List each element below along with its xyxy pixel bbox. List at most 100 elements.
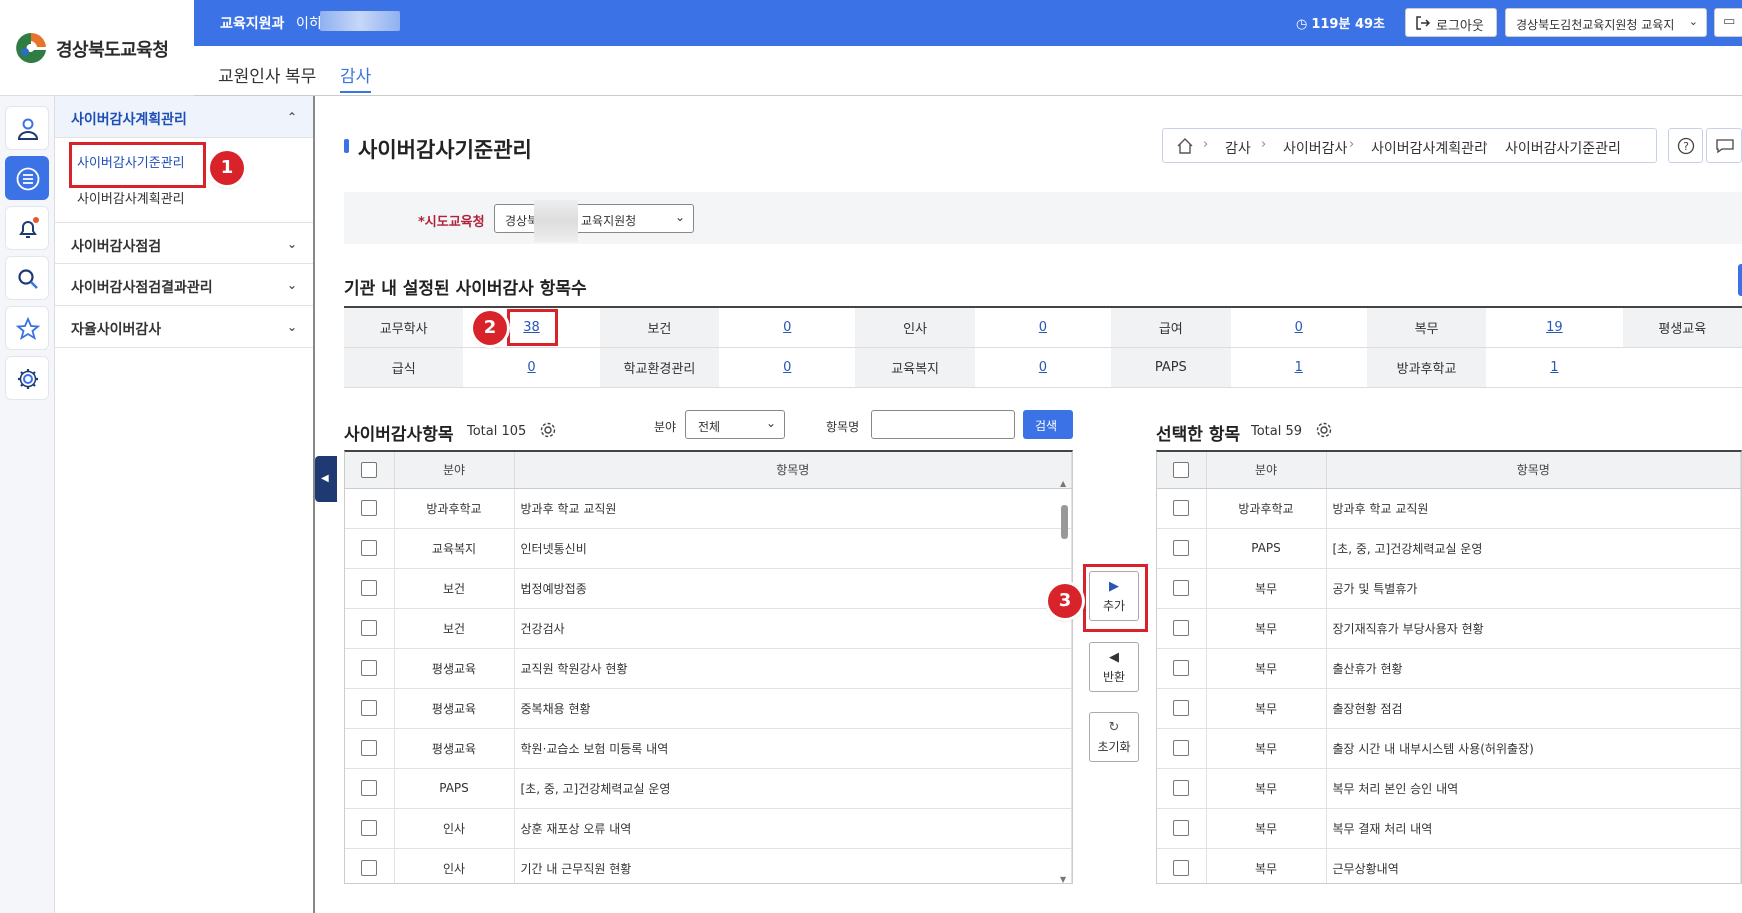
table-row[interactable]: 인사 상훈 재포상 오류 내역 [345,808,1072,849]
row-checkbox[interactable] [1173,620,1190,636]
org-select[interactable]: 경상북도김천교육지원청 교육지 ⌄ [1505,8,1707,37]
table-row[interactable]: 복무 복무 처리 본인 승인 내역 [1157,768,1741,809]
menu-item-plan[interactable]: 사이버감사계획관리 [77,188,185,207]
item-name-input[interactable] [871,410,1015,439]
row-field: 보건 [394,568,515,609]
table-row[interactable]: 복무 공가 및 특별휴가 [1157,568,1741,609]
row-checkbox[interactable] [361,700,378,716]
table-row[interactable]: 평생교육 교직원 학원강사 현황 [345,648,1072,689]
summary-count-link[interactable]: 0 [527,360,535,375]
row-name: 출장 시간 내 내부시스템 사용(허위출장) [1326,728,1741,769]
table-row[interactable]: 평생교육 학원·교습소 보험 미등록 내역 [345,728,1072,769]
select-all-checkbox[interactable] [1173,461,1190,478]
table-row[interactable]: 복무 출장 시간 내 내부시스템 사용(허위출장) [1157,728,1741,769]
table-row[interactable]: 인사 기간 내 근무직원 현황 [345,848,1072,883]
table-row[interactable]: 복무 출산휴가 현황 [1157,648,1741,689]
gear-icon[interactable] [539,421,557,439]
summary-count-link[interactable]: 1 [1295,360,1303,375]
table-row[interactable]: 복무 장기재직휴가 부당사용자 현황 [1157,608,1741,649]
row-name: 상훈 재포상 오류 내역 [514,808,1072,849]
row-checkbox[interactable] [361,580,378,596]
row-checkbox[interactable] [1173,500,1190,516]
education-office-select[interactable]: 경상북 교육지원청 ⌄ [494,204,694,233]
table-row[interactable]: 보건 법정예방접종 [345,568,1072,609]
select-all-checkbox[interactable] [361,461,378,478]
table-row[interactable]: 방과후학교 방과후 학교 교직원 [345,488,1072,529]
list-icon [16,167,40,191]
menu-result[interactable]: 사이버감사점검결과관리 ⌄ [55,264,313,306]
row-checkbox[interactable] [361,620,378,636]
rail-notification-button[interactable] [5,206,49,250]
table-row[interactable]: PAPS [초, 중, 고]건강체력교실 운영 [1157,528,1741,569]
gear-icon[interactable] [1315,421,1333,439]
breadcrumb-item[interactable]: 사이버감사계획관리 [1371,138,1487,158]
summary-count-link[interactable]: 0 [1295,320,1303,335]
column-header-field: 분야 [394,452,515,489]
menu-plan[interactable]: 사이버감사계획관리 ⌃ [55,96,313,138]
breadcrumb-item[interactable]: 사이버감사 [1283,138,1347,158]
left-panel-total: Total 105 [467,424,527,439]
summary-count-link[interactable]: 0 [783,320,791,335]
remove-button[interactable]: ◀ 반환 [1089,642,1139,692]
nav-audit[interactable]: 감사 [340,62,372,93]
row-checkbox[interactable] [1173,820,1190,836]
available-items-grid: 분야 항목명 방과후학교 방과후 학교 교직원 교육복지 인터넷통신비 보건 법정예방… [344,450,1073,884]
rail-settings-button[interactable] [5,356,49,400]
help-button[interactable]: ? [1668,128,1703,163]
home-icon[interactable] [1176,137,1194,155]
breadcrumb-item[interactable]: 감사 [1225,138,1251,158]
rail-search-button[interactable] [5,256,49,300]
summary-count-link[interactable]: 1 [1550,360,1558,375]
table-row[interactable]: 복무 출장현황 점검 [1157,688,1741,729]
summary-count-link[interactable]: 0 [1039,320,1047,335]
row-checkbox[interactable] [361,820,378,836]
menu-check[interactable]: 사이버감사점검 ⌄ [55,222,313,264]
row-checkbox[interactable] [1173,540,1190,556]
sidebar-collapse-button[interactable]: ◀ [315,456,337,502]
rail-favorite-button[interactable] [5,306,49,350]
scrollbar[interactable]: ▲ ▼ [1058,479,1070,884]
refresh-icon: ↻ [1108,720,1120,735]
menu-self[interactable]: 자율사이버감사 ⌄ [55,306,313,348]
table-row[interactable]: 보건 건강검사 [345,608,1072,649]
row-checkbox[interactable] [361,740,378,756]
table-row[interactable]: 교육복지 인터넷통신비 [345,528,1072,569]
table-row[interactable]: 복무 복무 결재 처리 내역 [1157,808,1741,849]
row-checkbox[interactable] [361,660,378,676]
row-checkbox[interactable] [361,500,378,516]
table-row[interactable]: 방과후학교 방과후 학교 교직원 [1157,488,1741,529]
table-row[interactable]: PAPS [초, 중, 고]건강체력교실 운영 [345,768,1072,809]
search-button[interactable]: 검색 [1023,410,1073,439]
table-row[interactable]: 평생교육 중복채용 현황 [345,688,1072,729]
chat-button[interactable] [1706,128,1742,163]
field-filter-select[interactable]: 전체 ⌄ [685,410,785,439]
chevron-right-icon: › [1203,137,1209,152]
row-checkbox[interactable] [1173,700,1190,716]
row-name: 복무 결재 처리 내역 [1326,808,1741,849]
logo-area[interactable]: 경상북도교육청 [0,0,194,96]
scroll-thumb[interactable] [1061,505,1068,539]
row-checkbox[interactable] [1173,860,1190,876]
rail-menu-button[interactable] [5,156,49,200]
row-checkbox[interactable] [361,780,378,796]
logout-button[interactable]: 로그아웃 [1405,8,1497,37]
summary-count-link[interactable]: 0 [783,360,791,375]
row-field: 복무 [1206,848,1327,883]
row-checkbox[interactable] [1173,660,1190,676]
row-checkbox[interactable] [1173,740,1190,756]
filter-select-value-right: 교육지원청 [581,214,637,228]
side-tab[interactable] [1738,264,1742,296]
reset-button[interactable]: ↻ 초기화 [1089,712,1139,762]
summary-count-link[interactable]: 19 [1546,320,1563,335]
nav-teacher-hr[interactable]: 교원인사 [218,62,281,87]
table-row[interactable]: 복무 근무상황내역 [1157,848,1741,883]
nav-service[interactable]: 복무 [285,62,316,87]
breadcrumb-item[interactable]: 사이버감사기준관리 [1505,138,1621,158]
summary-count-link[interactable]: 0 [1039,360,1047,375]
rail-user-button[interactable] [5,106,49,150]
row-checkbox[interactable] [361,540,378,556]
message-button[interactable]: ▭ [1714,8,1742,37]
row-checkbox[interactable] [1173,780,1190,796]
row-checkbox[interactable] [361,860,378,876]
row-checkbox[interactable] [1173,580,1190,596]
